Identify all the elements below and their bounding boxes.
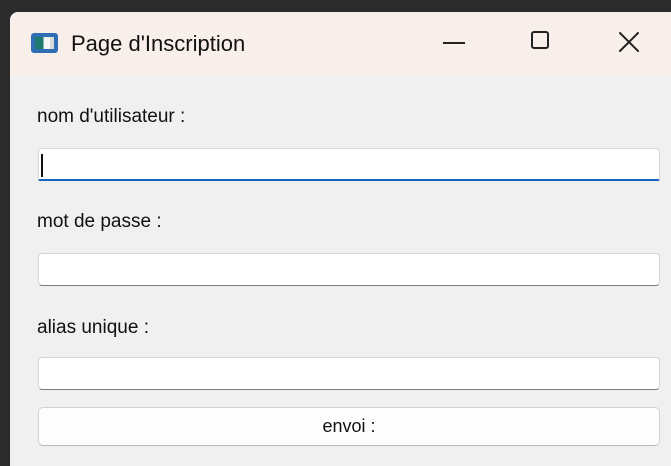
registration-window: Page d'Inscription nom d'utilisateur : m… — [10, 12, 671, 466]
maximize-icon — [531, 31, 549, 49]
minimize-button[interactable] — [430, 22, 478, 62]
minimize-icon — [443, 42, 465, 44]
window-title: Page d'Inscription — [71, 31, 246, 56]
submit-button[interactable]: envoi : — [38, 407, 660, 446]
alias-label: alias unique : — [37, 317, 149, 338]
app-window-icon — [31, 33, 58, 53]
title-bar[interactable]: Page d'Inscription — [10, 12, 671, 75]
alias-input[interactable] — [38, 357, 660, 390]
text-cursor — [41, 154, 43, 177]
maximize-button[interactable] — [517, 22, 565, 62]
close-button[interactable] — [605, 22, 653, 62]
username-label: nom d'utilisateur : — [37, 106, 186, 127]
username-input[interactable] — [38, 148, 660, 181]
close-icon — [619, 32, 639, 52]
password-label: mot de passe : — [37, 211, 162, 232]
password-input[interactable] — [38, 253, 660, 286]
